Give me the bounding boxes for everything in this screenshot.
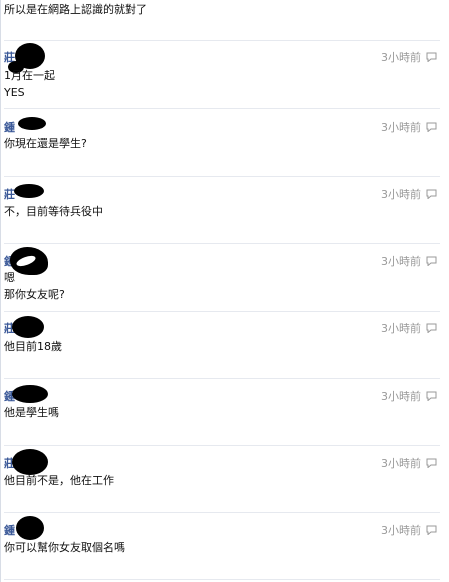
divider — [4, 108, 440, 109]
comment-line: 1月在一起 — [4, 69, 55, 82]
redaction-mark — [14, 184, 44, 198]
comment-line: 那你女友呢? — [4, 288, 65, 301]
divider — [4, 176, 440, 177]
timestamp: 3小時前 — [381, 522, 437, 538]
previous-comment-text: 所以是在網路上認識的就對了 — [4, 3, 147, 16]
comment-line: 你可以幫你女友取個名嗎 — [4, 541, 125, 554]
redaction-mark — [12, 385, 48, 403]
comment-line: 你現在還是學生? — [4, 137, 87, 150]
comment-bubble-icon[interactable] — [426, 52, 437, 62]
timestamp-label: 3小時前 — [381, 322, 421, 335]
divider — [4, 579, 440, 580]
timestamp-label: 3小時前 — [381, 457, 421, 470]
left-border — [0, 0, 1, 582]
comment-bubble-icon[interactable] — [426, 122, 437, 132]
sender-name[interactable]: 莊 — [4, 186, 15, 202]
timestamp: 3小時前 — [381, 320, 437, 336]
comment-bubble-icon[interactable] — [426, 323, 437, 333]
redaction-mark — [18, 117, 46, 130]
divider — [4, 40, 440, 41]
comment-bubble-icon[interactable] — [426, 458, 437, 468]
divider — [4, 311, 440, 312]
redaction-mark — [12, 316, 44, 338]
timestamp-label: 3小時前 — [381, 255, 421, 268]
comment-line: 他目前不是，他在工作 — [4, 474, 114, 487]
timestamp: 3小時前 — [381, 49, 437, 65]
comment-bubble-icon[interactable] — [426, 525, 437, 535]
comment-line: 嗯 — [4, 271, 15, 284]
comment-line: YES — [4, 86, 25, 99]
comment-bubble-icon[interactable] — [426, 256, 437, 266]
redaction-mark — [16, 516, 44, 540]
timestamp: 3小時前 — [381, 388, 437, 404]
comment-line: 他是學生嗎 — [4, 406, 59, 419]
timestamp-label: 3小時前 — [381, 390, 421, 403]
sender-name[interactable]: 鍾 — [4, 522, 15, 538]
divider — [4, 243, 440, 244]
timestamp-label: 3小時前 — [381, 51, 421, 64]
comment-bubble-icon[interactable] — [426, 391, 437, 401]
divider — [4, 512, 440, 513]
sender-name[interactable]: 鍾 — [4, 119, 15, 135]
timestamp-label: 3小時前 — [381, 121, 421, 134]
timestamp: 3小時前 — [381, 253, 437, 269]
comment-thread: 所以是在網路上認識的就對了 莊 3小時前 1月在一起 YES 鍾 3小時前 你現… — [0, 0, 449, 582]
timestamp: 3小時前 — [381, 455, 437, 471]
divider — [4, 445, 440, 446]
divider — [4, 378, 440, 379]
comment-line: 他目前18歲 — [4, 340, 62, 353]
comment-line: 不，目前等待兵役中 — [4, 205, 103, 218]
timestamp: 3小時前 — [381, 119, 437, 135]
comment-bubble-icon[interactable] — [426, 189, 437, 199]
previous-comment: 所以是在網路上認識的就對了 — [4, 0, 440, 20]
redaction-mark — [12, 449, 48, 475]
timestamp: 3小時前 — [381, 186, 437, 202]
timestamp-label: 3小時前 — [381, 188, 421, 201]
timestamp-label: 3小時前 — [381, 524, 421, 537]
